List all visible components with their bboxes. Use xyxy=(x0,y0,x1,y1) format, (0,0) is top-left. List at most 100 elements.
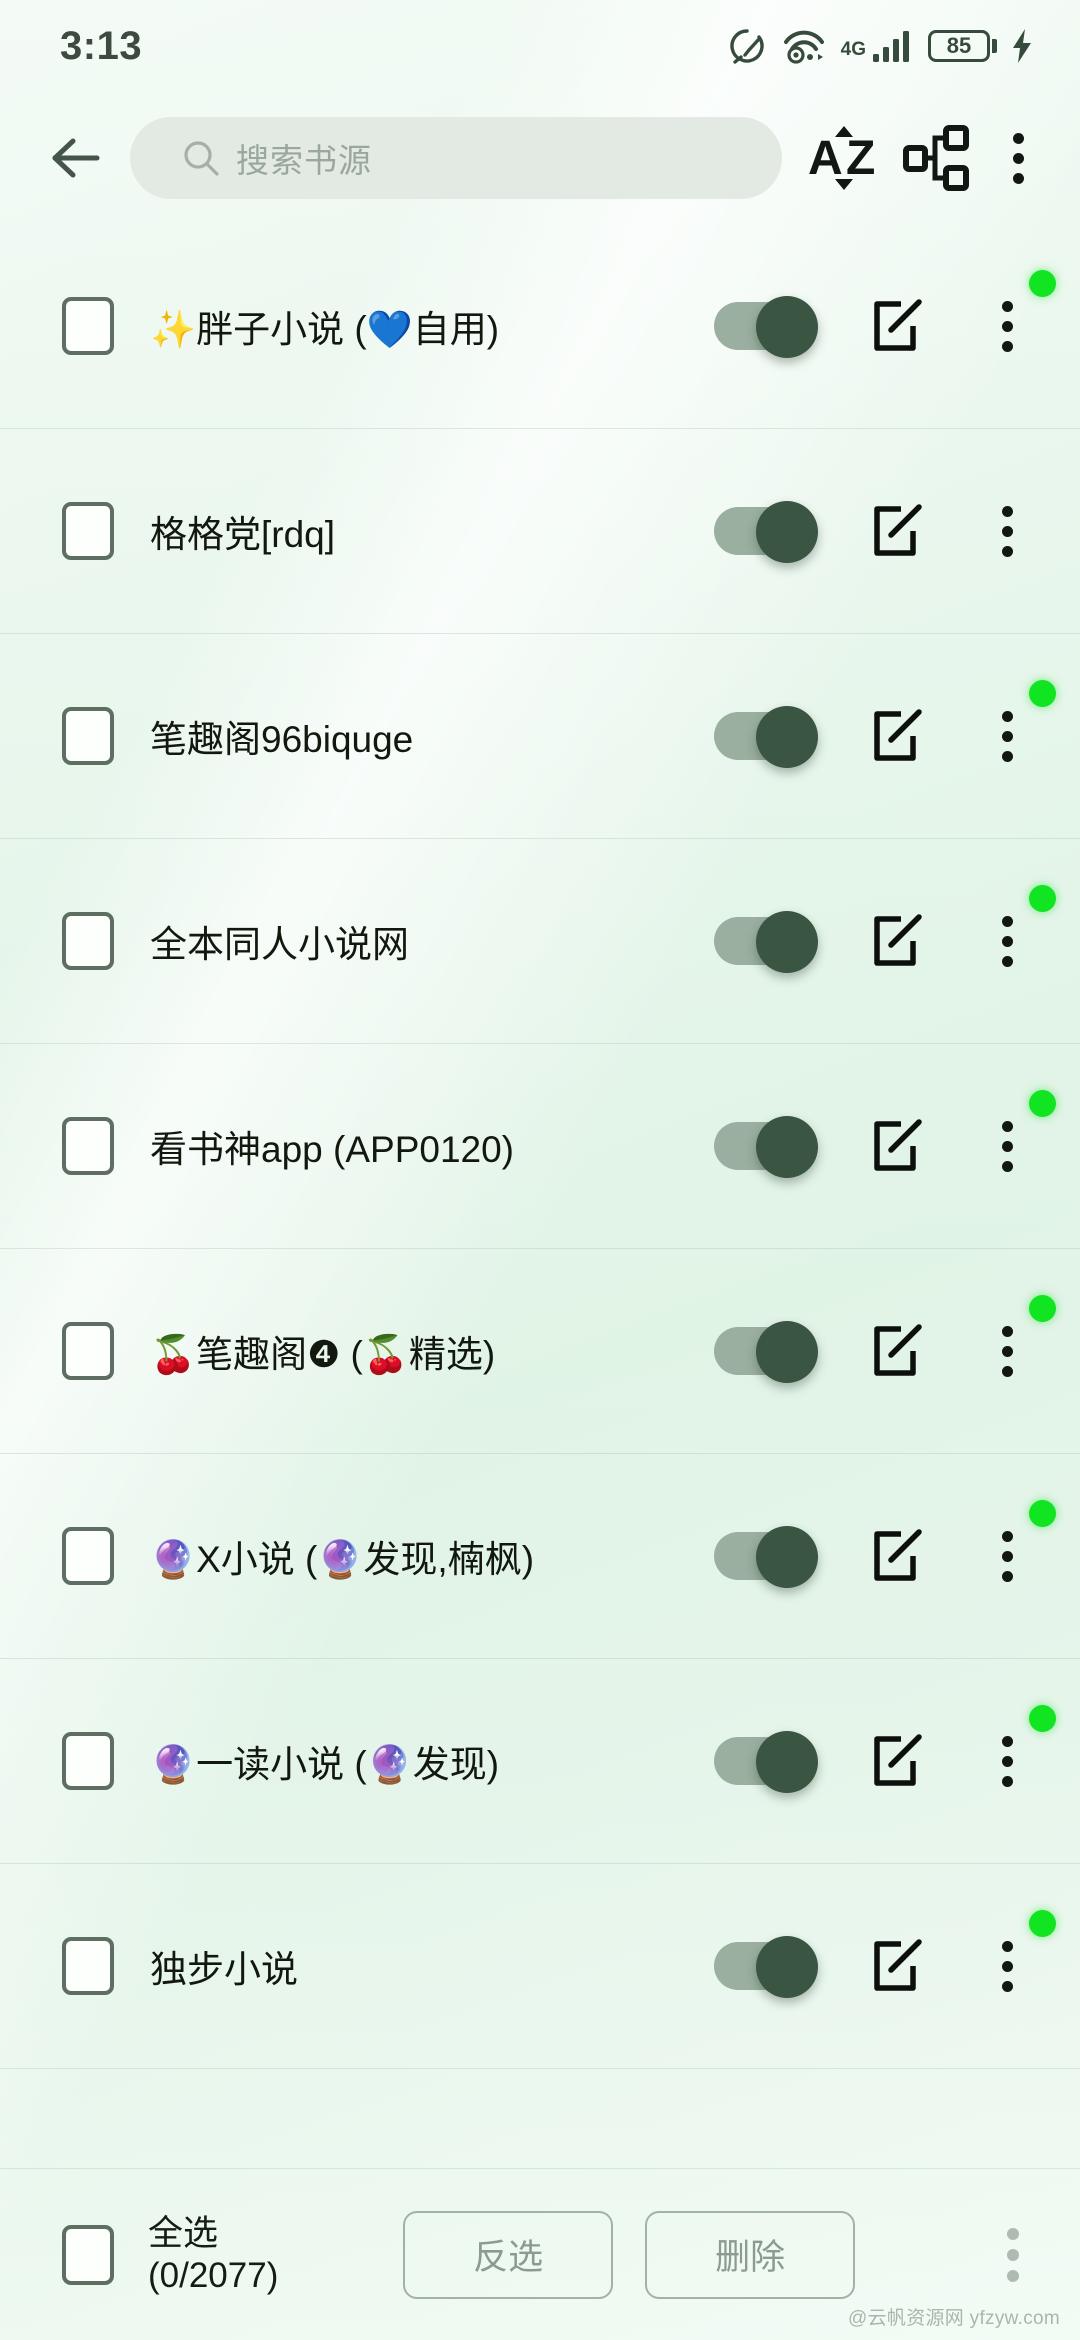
sort-alphabetical-icon: A Z xyxy=(808,126,875,190)
more-vertical-icon xyxy=(1012,132,1024,184)
row-overflow-button[interactable] xyxy=(978,280,1036,372)
edit-source-icon xyxy=(874,1529,922,1581)
enable-toggle[interactable] xyxy=(714,911,818,973)
source-name-label: 🔮一读小说 (🔮发现) xyxy=(150,1744,500,1785)
row-overflow-button[interactable] xyxy=(978,1920,1036,2012)
table-row[interactable]: 🔮一读小说 (🔮发现) xyxy=(0,1659,1080,1864)
row-overflow-button[interactable] xyxy=(978,1715,1036,1807)
edit-source-button[interactable] xyxy=(864,701,934,771)
toggle-thumb xyxy=(756,501,818,563)
table-row[interactable]: 笔趣阁96biquge xyxy=(0,634,1080,839)
delete-button[interactable]: 删除 xyxy=(645,2210,856,2299)
search-input[interactable]: 搜索书源 xyxy=(130,117,782,199)
status-led-indicator xyxy=(1029,1705,1056,1732)
book-source-list[interactable]: ✨胖子小说 (💙自用) 格格党[rdq] 笔趣阁96biquge 全本同人小说网看书神… xyxy=(0,224,1080,2168)
edit-source-button[interactable] xyxy=(864,1931,934,2001)
app-screen: 3:13 4G 85 搜索书源 A Z ✨胖子小说 (💙自用) 格格党[rdq]… xyxy=(0,0,1080,2340)
source-name-label: ✨胖子小说 (💙自用) xyxy=(150,309,500,350)
bottom-action-bar: 全选 (0/2077) 反选 删除 @云帆资源网 yfzyw.com xyxy=(0,2168,1080,2340)
back-arrow-icon xyxy=(52,138,100,178)
edit-source-button[interactable] xyxy=(864,1316,934,1386)
more-vertical-icon xyxy=(1001,505,1013,557)
edit-source-icon xyxy=(874,1734,922,1786)
table-row[interactable]: 🔮X小说 (🔮发现,楠枫) xyxy=(0,1454,1080,1659)
toggle-thumb xyxy=(756,1116,818,1178)
network-type-label: 4G xyxy=(840,39,866,60)
source-name-label: 🔮X小说 (🔮发现,楠枫) xyxy=(150,1539,535,1580)
enable-toggle[interactable] xyxy=(714,501,818,563)
edit-source-icon xyxy=(874,1939,922,1991)
enable-toggle[interactable] xyxy=(714,1731,818,1793)
status-led-indicator xyxy=(1029,885,1056,912)
status-led-indicator xyxy=(1029,680,1056,707)
edit-source-button[interactable] xyxy=(864,496,934,566)
bottom-overflow-button[interactable] xyxy=(980,2227,1046,2282)
search-icon xyxy=(184,141,219,176)
top-toolbar: 搜索书源 A Z xyxy=(0,92,1080,224)
row-checkbox[interactable] xyxy=(62,1937,114,1995)
watermark-label: @云帆资源网 yfzyw.com xyxy=(848,2308,1060,2329)
source-name-label: 笔趣阁96biquge xyxy=(150,719,414,760)
row-overflow-button[interactable] xyxy=(978,1100,1036,1192)
row-checkbox[interactable] xyxy=(62,1322,114,1380)
charging-bolt-icon xyxy=(1013,29,1031,63)
toggle-thumb xyxy=(756,911,818,973)
group-filter-button[interactable] xyxy=(890,112,982,204)
row-overflow-button[interactable] xyxy=(978,1305,1036,1397)
edit-source-icon xyxy=(874,1119,922,1171)
row-checkbox[interactable] xyxy=(62,1527,114,1585)
toggle-thumb xyxy=(756,1526,818,1588)
edit-source-button[interactable] xyxy=(864,1726,934,1796)
row-checkbox[interactable] xyxy=(62,707,114,765)
row-overflow-button[interactable] xyxy=(978,1510,1036,1602)
edit-source-icon xyxy=(874,299,922,351)
invert-selection-button[interactable]: 反选 xyxy=(403,2210,614,2299)
source-name-label: 全本同人小说网 xyxy=(150,924,409,965)
edit-source-icon xyxy=(874,914,922,966)
row-checkbox[interactable] xyxy=(62,912,114,970)
back-button[interactable] xyxy=(34,115,120,201)
source-name-label: 🍒笔趣阁❹ (🍒精选) xyxy=(150,1334,496,1375)
status-led-indicator xyxy=(1029,1500,1056,1527)
toolbar-overflow-button[interactable] xyxy=(982,112,1054,204)
select-all-checkbox[interactable] xyxy=(62,2224,114,2285)
table-row[interactable]: 全本同人小说网 xyxy=(0,839,1080,1044)
toggle-thumb xyxy=(756,1731,818,1793)
battery-icon: 85 xyxy=(928,30,997,62)
enable-toggle[interactable] xyxy=(714,706,818,768)
status-led-indicator xyxy=(1029,270,1056,297)
more-vertical-icon xyxy=(1001,300,1013,352)
row-checkbox[interactable] xyxy=(62,1117,114,1175)
wifi-hotspot-icon xyxy=(783,30,824,64)
row-checkbox[interactable] xyxy=(62,297,114,355)
more-vertical-icon xyxy=(1001,1120,1013,1172)
enable-toggle[interactable] xyxy=(714,1526,818,1588)
row-checkbox[interactable] xyxy=(62,1732,114,1790)
more-vertical-icon xyxy=(1001,1940,1013,1992)
edit-source-button[interactable] xyxy=(864,1521,934,1591)
sort-az-button[interactable]: A Z xyxy=(798,112,890,204)
bottom-buttons: 反选 删除 xyxy=(278,2210,980,2299)
enable-toggle[interactable] xyxy=(714,1116,818,1178)
edit-source-icon xyxy=(874,1324,922,1376)
edit-source-button[interactable] xyxy=(864,906,934,976)
edit-source-icon xyxy=(874,709,922,761)
edit-source-button[interactable] xyxy=(864,1111,934,1181)
table-row[interactable]: 格格党[rdq] xyxy=(0,429,1080,634)
edit-source-button[interactable] xyxy=(864,291,934,361)
enable-toggle[interactable] xyxy=(714,1936,818,1998)
row-checkbox[interactable] xyxy=(62,502,114,560)
row-overflow-button[interactable] xyxy=(978,485,1036,577)
row-overflow-button[interactable] xyxy=(978,690,1036,782)
table-row[interactable]: 看书神app (APP0120) xyxy=(0,1044,1080,1249)
toggle-thumb xyxy=(756,1321,818,1383)
table-row[interactable]: ✨胖子小说 (💙自用) xyxy=(0,224,1080,429)
table-row[interactable]: 独步小说 xyxy=(0,1864,1080,2069)
status-led-indicator xyxy=(1029,1910,1056,1937)
enable-toggle[interactable] xyxy=(714,1321,818,1383)
table-row[interactable]: 🍒笔趣阁❹ (🍒精选) xyxy=(0,1249,1080,1454)
more-vertical-icon xyxy=(1001,1735,1013,1787)
enable-toggle[interactable] xyxy=(714,296,818,358)
status-bar: 3:13 4G 85 xyxy=(0,0,1080,92)
row-overflow-button[interactable] xyxy=(978,895,1036,987)
